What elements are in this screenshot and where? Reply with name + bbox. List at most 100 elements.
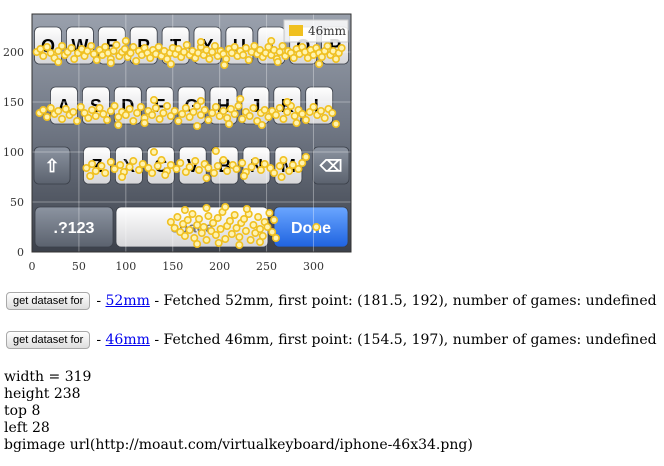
data-point	[97, 162, 106, 171]
data-point	[178, 110, 187, 119]
dataset-link-52mm[interactable]: 52mm	[106, 293, 150, 309]
data-point	[283, 108, 292, 117]
dataset-link-46mm[interactable]: 46mm	[106, 332, 150, 348]
x-tick-label: 300	[303, 260, 324, 273]
data-point	[249, 104, 258, 113]
data-point	[99, 110, 108, 119]
data-point	[204, 212, 213, 221]
data-point	[213, 214, 222, 223]
data-point	[225, 217, 234, 226]
data-point	[211, 231, 220, 240]
data-point	[236, 95, 245, 104]
data-point	[227, 230, 236, 239]
data-point	[312, 223, 321, 232]
data-point	[301, 116, 310, 125]
data-point	[88, 160, 97, 169]
data-point	[118, 173, 127, 182]
data-point	[249, 221, 258, 230]
data-point	[205, 54, 214, 63]
y-tick-label: 50	[10, 196, 24, 209]
y-tick-label: 200	[3, 46, 24, 59]
data-point	[110, 102, 119, 111]
data-point	[149, 148, 158, 157]
data-point	[92, 55, 101, 64]
data-point	[159, 109, 168, 118]
data-point	[279, 115, 288, 124]
data-point	[149, 96, 158, 105]
data-point	[232, 165, 241, 174]
data-point	[320, 114, 329, 123]
data-point	[204, 164, 213, 173]
data-point	[275, 162, 284, 171]
data-point	[211, 147, 220, 156]
data-point	[294, 165, 303, 174]
info-left: left 28	[4, 420, 50, 436]
get-dataset-button-52mm[interactable]: get dataset for	[6, 292, 91, 310]
data-point	[221, 203, 230, 212]
legend: 46mm	[283, 19, 349, 43]
data-point	[285, 167, 294, 176]
data-point	[271, 111, 280, 120]
info-bgimage: bgimage url(http://moaut.com/virtualkeyb…	[4, 437, 473, 453]
data-point	[273, 57, 282, 66]
data-point	[193, 240, 202, 249]
data-point	[134, 166, 143, 175]
data-point	[195, 215, 204, 224]
data-point	[185, 226, 194, 235]
data-point	[106, 158, 115, 167]
data-point	[191, 157, 200, 166]
data-point	[180, 232, 189, 241]
separator: -	[96, 293, 102, 309]
data-point	[251, 157, 260, 166]
data-point	[129, 117, 138, 126]
data-point	[151, 104, 160, 113]
data-point	[125, 163, 134, 172]
get-dataset-button-46mm[interactable]: get dataset for	[6, 331, 91, 349]
data-point	[199, 223, 208, 232]
data-point	[183, 216, 192, 225]
data-point	[112, 40, 121, 49]
data-point	[316, 107, 325, 116]
data-point	[238, 159, 247, 168]
data-point	[260, 106, 269, 115]
data-point	[278, 41, 287, 50]
data-point	[230, 110, 239, 119]
done-key-label: Done	[291, 220, 331, 237]
info-top: top 8	[4, 403, 41, 419]
data-point	[121, 111, 130, 120]
info-panel: width = 319 height 238 top 8 left 28 bgi…	[4, 369, 473, 454]
x-tick-label: 100	[115, 260, 136, 273]
data-point	[166, 59, 175, 68]
data-point	[216, 225, 225, 234]
data-point	[256, 166, 265, 175]
data-point	[245, 112, 254, 121]
data-point	[240, 172, 249, 181]
y-tick-label: 150	[3, 96, 24, 109]
data-point	[265, 209, 274, 218]
data-point	[235, 233, 244, 242]
data-point	[69, 108, 78, 117]
data-point	[221, 235, 230, 244]
data-point	[91, 167, 100, 176]
data-point	[283, 98, 292, 107]
data-point	[70, 54, 79, 63]
data-point	[91, 112, 100, 121]
data-point	[309, 103, 318, 112]
data-point	[86, 172, 95, 181]
backspace-icon-label: ⌫	[319, 158, 343, 175]
legend-label: 46mm	[308, 24, 347, 38]
data-point	[58, 41, 67, 50]
data-point	[208, 109, 217, 118]
data-point	[244, 55, 253, 64]
y-tick-label: 100	[3, 146, 24, 159]
data-point	[235, 241, 244, 250]
data-point	[337, 43, 346, 52]
data-point	[210, 169, 219, 178]
x-tick-label: 50	[72, 260, 86, 273]
data-point	[46, 104, 55, 113]
x-tick-label: 250	[256, 260, 277, 273]
data-point	[246, 236, 255, 245]
dataset-row-52mm: get dataset for - 52mm - Fetched 52mm, fi…	[6, 290, 657, 312]
data-point	[172, 165, 181, 174]
data-point	[136, 103, 145, 112]
